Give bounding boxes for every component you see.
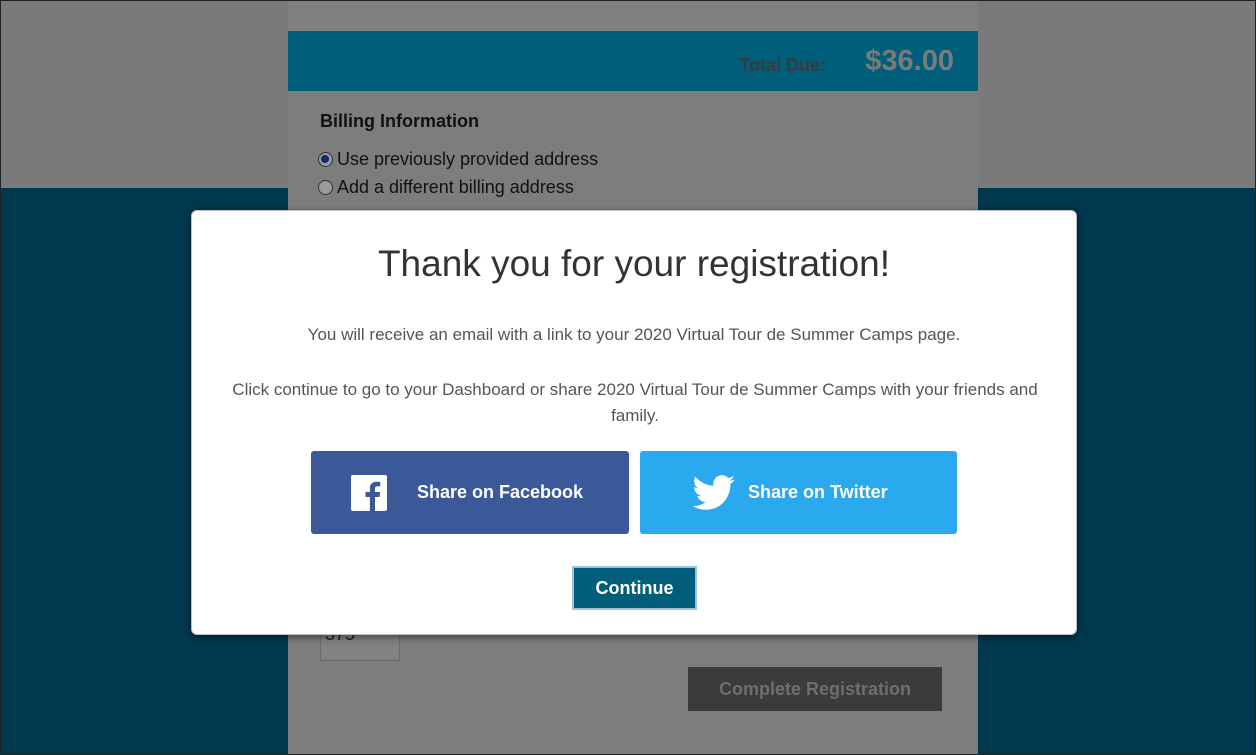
modal-share-message: Click continue to go to your Dashboard o… bbox=[232, 380, 1038, 425]
modal-email-message: You will receive an email with a link to… bbox=[307, 325, 961, 344]
continue-button[interactable]: Continue bbox=[572, 566, 697, 610]
radio-button-checked[interactable] bbox=[318, 152, 333, 167]
share-facebook-label: Share on Facebook bbox=[417, 482, 584, 502]
modal-title: Thank you for your registration! bbox=[377, 243, 891, 284]
facebook-icon bbox=[351, 474, 387, 511]
radio-label: Use previously provided address bbox=[337, 149, 599, 169]
total-due-amount: $36.00 bbox=[865, 45, 954, 77]
billing-info-heading: Billing Information bbox=[320, 111, 479, 131]
share-twitter-label: Share on Twitter bbox=[748, 482, 888, 502]
radio-add-different-address[interactable]: Add a different billing address bbox=[318, 177, 574, 198]
registration-confirmation-modal: Thank you for your registration! You wil… bbox=[191, 210, 1077, 635]
radio-button-unchecked[interactable] bbox=[318, 180, 333, 195]
twitter-icon bbox=[692, 474, 735, 510]
share-twitter-button[interactable]: Share on Twitter bbox=[640, 451, 957, 534]
total-due-label: Total Due: bbox=[739, 55, 826, 75]
share-facebook-button[interactable]: Share on Facebook bbox=[311, 451, 629, 534]
complete-registration-button[interactable]: Complete Registration bbox=[688, 667, 942, 711]
form-top-strip bbox=[288, 1, 978, 32]
browser-viewport: Total Due: $36.00 Billing Information Us… bbox=[0, 0, 1256, 755]
total-due-bar: Total Due: $36.00 bbox=[288, 31, 978, 91]
radio-use-previous-address[interactable]: Use previously provided address bbox=[318, 149, 598, 170]
radio-label: Add a different billing address bbox=[337, 177, 574, 197]
